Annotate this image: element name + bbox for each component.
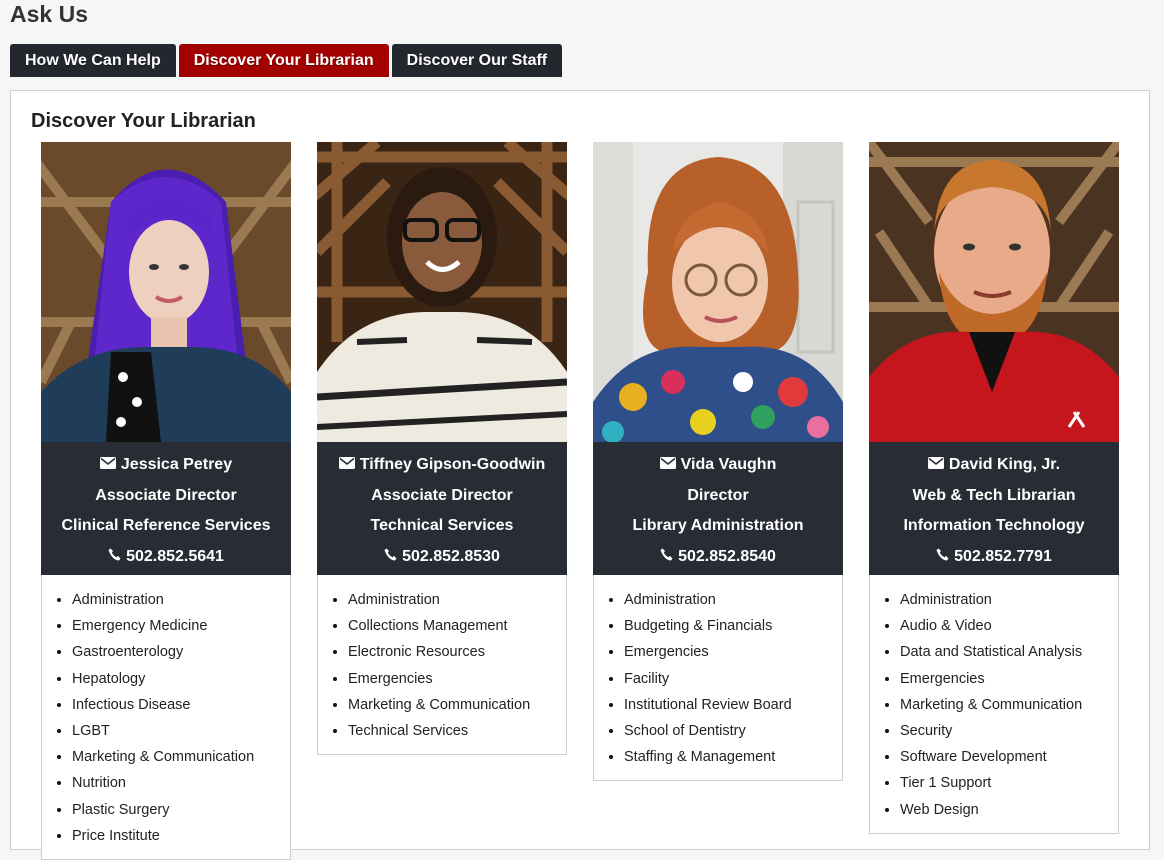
librarian-name: David King, Jr. xyxy=(948,456,1061,473)
topic-list-box: Administration Emergency Medicine Gastro… xyxy=(41,575,291,860)
envelope-icon xyxy=(927,456,944,469)
librarian-phone-number: 502.852.5641 xyxy=(126,547,224,565)
topic-item: Staffing & Management xyxy=(624,744,842,770)
topic-list: Administration Audio & Video Data and St… xyxy=(870,587,1118,823)
topic-item: Nutrition xyxy=(72,770,290,796)
topic-item: Emergencies xyxy=(900,666,1118,692)
topic-item: Gastroenterology xyxy=(72,639,290,665)
envelope-icon xyxy=(659,456,676,469)
topic-item: Emergencies xyxy=(624,639,842,665)
phone-icon xyxy=(660,548,673,561)
librarian-info: David King, Jr. Web & Tech Librarian Inf… xyxy=(869,442,1119,575)
tab-discover-your-librarian[interactable]: Discover Your Librarian xyxy=(178,44,389,77)
tab-bar: How We Can Help Discover Your Librarian … xyxy=(10,44,563,77)
topic-item: Software Development xyxy=(900,744,1118,770)
topic-item: Collections Management xyxy=(348,613,566,639)
librarian-phone-number: 502.852.8530 xyxy=(402,547,500,565)
topic-item: Facility xyxy=(624,666,842,692)
librarian-name: Jessica Petrey xyxy=(120,456,233,473)
topic-item: Administration xyxy=(348,587,566,613)
librarian-email-link[interactable]: Vida Vaughn xyxy=(593,450,843,481)
tab-discover-our-staff[interactable]: Discover Our Staff xyxy=(391,44,563,77)
librarian-name: Vida Vaughn xyxy=(680,456,777,473)
librarian-phone[interactable]: 502.852.5641 xyxy=(41,542,291,573)
topic-item: Institutional Review Board xyxy=(624,692,842,718)
topic-list: Administration Collections Management El… xyxy=(318,587,566,744)
librarian-title: Associate Director xyxy=(95,486,237,504)
librarian-email-link[interactable]: Jessica Petrey xyxy=(41,450,291,481)
librarian-email-link[interactable]: Tiffney Gipson-Goodwin xyxy=(317,450,567,481)
topic-item: Price Institute xyxy=(72,823,290,849)
topic-item: Budgeting & Financials xyxy=(624,613,842,639)
librarian-phone-number: 502.852.7791 xyxy=(954,547,1052,565)
phone-icon xyxy=(384,548,397,561)
topic-item: Hepatology xyxy=(72,666,290,692)
tab-how-we-can-help[interactable]: How We Can Help xyxy=(10,44,176,77)
topic-list: Administration Budgeting & Financials Em… xyxy=(594,587,842,770)
librarian-info: Vida Vaughn Director Library Administrat… xyxy=(593,442,843,575)
librarian-department: Technical Services xyxy=(370,517,514,534)
librarian-name: Tiffney Gipson-Goodwin xyxy=(359,456,546,473)
topic-item: Administration xyxy=(900,587,1118,613)
topic-item: Administration xyxy=(624,587,842,613)
topic-item: Technical Services xyxy=(348,718,566,744)
librarian-card: David King, Jr. Web & Tech Librarian Inf… xyxy=(869,142,1119,834)
topic-item: Electronic Resources xyxy=(348,639,566,665)
librarian-phone[interactable]: 502.852.8530 xyxy=(317,542,567,573)
librarian-title: Director xyxy=(687,486,749,504)
topic-item: Infectious Disease xyxy=(72,692,290,718)
topic-item: Marketing & Communication xyxy=(72,744,290,770)
librarian-photo xyxy=(593,142,843,442)
topic-item: Marketing & Communication xyxy=(900,692,1118,718)
librarian-phone[interactable]: 502.852.7791 xyxy=(869,542,1119,573)
topic-item: Emergencies xyxy=(348,666,566,692)
librarian-phone-number: 502.852.8540 xyxy=(678,547,776,565)
topic-item: Audio & Video xyxy=(900,613,1118,639)
librarian-photo xyxy=(869,142,1119,442)
topic-list-box: Administration Collections Management El… xyxy=(317,575,567,756)
topic-list-box: Administration Budgeting & Financials Em… xyxy=(593,575,843,782)
librarian-card: Vida Vaughn Director Library Administrat… xyxy=(593,142,843,782)
librarian-info: Tiffney Gipson-Goodwin Associate Directo… xyxy=(317,442,567,575)
phone-icon xyxy=(108,548,121,561)
phone-icon xyxy=(936,548,949,561)
topic-item: Emergency Medicine xyxy=(72,613,290,639)
topic-item: Security xyxy=(900,718,1118,744)
librarian-department: Information Technology xyxy=(903,517,1085,534)
librarian-title: Associate Director xyxy=(371,486,513,504)
librarian-photo xyxy=(317,142,567,442)
librarian-card: Tiffney Gipson-Goodwin Associate Directo… xyxy=(317,142,567,756)
section-title: Discover Your Librarian xyxy=(31,110,256,132)
topic-item: Plastic Surgery xyxy=(72,797,290,823)
librarian-info: Jessica Petrey Associate Director Clinic… xyxy=(41,442,291,575)
librarian-department: Library Administration xyxy=(632,517,804,534)
envelope-icon xyxy=(99,456,116,469)
topic-item: School of Dentistry xyxy=(624,718,842,744)
topic-item: Administration xyxy=(72,587,290,613)
topic-item: Data and Statistical Analysis xyxy=(900,639,1118,665)
librarian-email-link[interactable]: David King, Jr. xyxy=(869,450,1119,481)
page-title: Ask Us xyxy=(10,1,88,27)
topic-item: Marketing & Communication xyxy=(348,692,566,718)
librarian-department: Clinical Reference Services xyxy=(61,517,271,534)
librarian-title: Web & Tech Librarian xyxy=(912,486,1076,504)
librarian-phone[interactable]: 502.852.8540 xyxy=(593,542,843,573)
librarian-card: Jessica Petrey Associate Director Clinic… xyxy=(41,142,291,860)
topic-list-box: Administration Audio & Video Data and St… xyxy=(869,575,1119,834)
topic-item: LGBT xyxy=(72,718,290,744)
librarian-photo xyxy=(41,142,291,442)
topic-item: Web Design xyxy=(900,797,1118,823)
topic-list: Administration Emergency Medicine Gastro… xyxy=(42,587,290,849)
topic-item: Tier 1 Support xyxy=(900,770,1118,796)
envelope-icon xyxy=(338,456,355,469)
librarian-panel: Discover Your Librarian Jessica Petrey A… xyxy=(10,90,1150,860)
